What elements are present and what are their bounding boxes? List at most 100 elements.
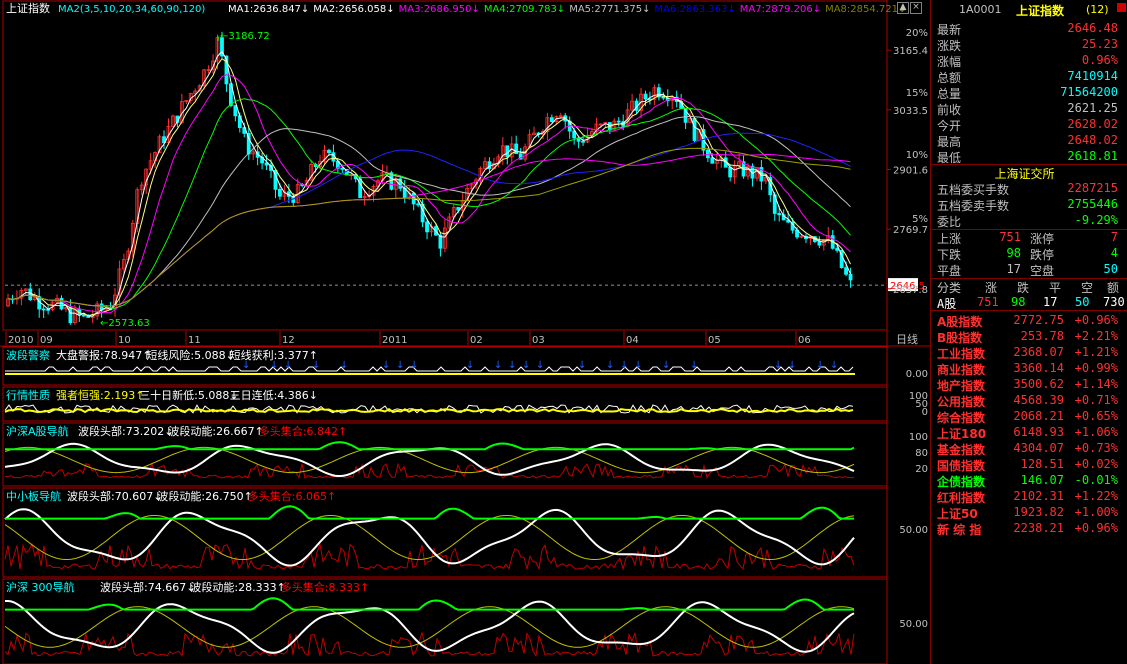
class-cell: 17 [1043, 295, 1058, 309]
candle-body [233, 105, 238, 117]
candle-body [425, 221, 429, 233]
panel-indicator-value: 波段头部:74.667↓ [100, 580, 195, 594]
quote-row: 今开 2628.02 [935, 117, 1118, 133]
index-row[interactable]: B股指数 253.78 +2.21% [935, 329, 1118, 345]
candle-body [710, 157, 715, 164]
alert-arrow-icon: ↓ [606, 360, 614, 371]
panel-axis-label: 0.00 [906, 369, 928, 380]
time-axis-label: 02 [470, 335, 483, 346]
alert-arrow-icon: ↓ [284, 360, 292, 371]
candle-body [28, 288, 33, 300]
moving-average-line [7, 50, 851, 317]
alert-arrow-icon: ↓ [340, 360, 348, 371]
alert-arrow-icon: ↓ [382, 360, 390, 371]
depth-value: 2755446 [1067, 197, 1118, 211]
bull-set-line [4, 631, 855, 658]
index-row[interactable]: 上证180 6148.93 +1.06% [935, 425, 1118, 441]
index-row[interactable]: 综合指数 2068.21 +0.65% [935, 409, 1118, 425]
index-row[interactable]: 地产指数 3500.62 +1.14% [935, 377, 1118, 393]
index-row[interactable]: 新 综 指 2238.21 +0.96% [935, 521, 1118, 537]
index-row[interactable]: 基金指数 4304.07 +0.73% [935, 441, 1118, 457]
index-row[interactable]: 红利指数 2102.31 +1.22% [935, 489, 1118, 505]
index-row[interactable]: 商业指数 3360.14 +0.99% [935, 361, 1118, 377]
index-price: 2068.21 [1013, 409, 1064, 423]
depth-label: 委比 [937, 215, 962, 229]
depth-value: 2287215 [1067, 181, 1118, 195]
panel-axis-label: 50.00 [899, 525, 928, 536]
chart-close-button[interactable]: × [910, 2, 922, 14]
candle-body [340, 167, 345, 170]
alert-arrow-icon: ↓ [774, 360, 782, 371]
index-change: -0.01% [1074, 473, 1118, 487]
panel-indicator-value: 短线风险:5.088↓ [146, 348, 234, 362]
candle-body [581, 140, 585, 143]
index-row[interactable]: 公用指数 4568.39 +0.71% [935, 393, 1118, 409]
index-row[interactable]: 企债指数 146.07 -0.01% [935, 473, 1118, 489]
alert-arrow-icon: ↓ [662, 360, 670, 371]
index-change: +0.02% [1074, 457, 1118, 471]
depth-row: 委比 -9.29% [935, 213, 1118, 229]
quote-value: 2621.25 [1067, 101, 1118, 115]
alert-arrow-icon: ↓ [830, 360, 838, 371]
time-axis-label: 09 [40, 335, 53, 346]
breadth-value: 98 [1006, 246, 1021, 260]
ma-params: MA2(3,5,10,20,34,60,90,120) [58, 4, 205, 15]
panel-indicator-value: 三日连低:4.386↓ [230, 389, 318, 402]
scroll-marker-icon[interactable] [1117, 3, 1126, 12]
index-name: 国债指数 [937, 459, 986, 473]
quote-panel: 1A0001 上证指数 (12) 最新 2646.48 涨跌 25.23 涨幅 0.96%… [930, 0, 1127, 664]
alert-arrow-icon: ↓ [410, 360, 418, 371]
ma-legend: MA6:2863.363↓ [654, 4, 735, 15]
quote-value: 71564200 [1060, 85, 1118, 99]
quote-header: 1A0001 上证指数 (12) [931, 2, 1118, 18]
index-row[interactable]: 工业指数 2368.07 +1.21% [935, 345, 1118, 361]
index-price: 3360.14 [1013, 361, 1064, 375]
panel-axis-label: 50.00 [899, 619, 928, 630]
alert-arrow-icon: ↓ [620, 360, 628, 371]
panel-indicator-value: 大盘警报:78.947↑ [56, 348, 151, 362]
quote-row: 涨跌 25.23 [935, 37, 1118, 53]
chart-area[interactable]: 2646.5←3186.72←2573.63上证指数 MA2(3,5,10,20,… [0, 0, 930, 664]
panel-indicator-value: 波段头部:73.202↓ [78, 424, 173, 438]
percent-axis-label: 5% [912, 214, 928, 225]
panel-indicator-value: 多头集合:6.065↑ [248, 489, 336, 503]
alert-arrow-icon: ↓ [536, 360, 544, 371]
time-axis-label: 06 [798, 335, 811, 346]
candle-body [278, 188, 282, 197]
panel-title: 行情性质 [6, 388, 50, 402]
alert-arrow-icon: ↓ [270, 360, 278, 371]
index-row[interactable]: 上证50 1923.82 +1.00% [935, 505, 1118, 521]
price-axis-label: 2769.7 [893, 225, 928, 236]
index-price: 3500.62 [1013, 377, 1064, 391]
breadth-value: 17 [1006, 262, 1021, 276]
quote-label: 总额 [937, 71, 962, 85]
price-axis-label: 2901.6 [893, 165, 928, 176]
alert-arrow-icon: ↓ [788, 360, 796, 371]
index-name: 企债指数 [937, 475, 986, 489]
candle-body [692, 117, 697, 141]
candle-body [416, 203, 421, 206]
time-axis-label: 2010 [8, 335, 33, 346]
class-header-cell: 额 [1107, 281, 1120, 295]
index-price: 128.51 [1020, 457, 1064, 471]
index-row[interactable]: A股指数 2772.75 +0.96% [935, 313, 1118, 329]
candle-body [705, 149, 710, 159]
quote-row: 最新 2646.48 [935, 21, 1118, 37]
chart-up-button[interactable]: ▲ [897, 2, 909, 14]
index-price: 4304.07 [1013, 441, 1064, 455]
index-change: +2.21% [1074, 329, 1118, 343]
index-price: 1923.82 [1013, 505, 1064, 519]
candle-body [505, 145, 510, 158]
candle-body [777, 213, 782, 216]
panel-indicator-value: 波段动能:26.667↑ [168, 424, 263, 438]
quote-value: 2646.48 [1067, 21, 1118, 35]
quote-label: 最高 [937, 135, 962, 149]
breadth-label: 空盘 [1030, 264, 1055, 278]
class-header: 分类 涨 跌 平 空额 [935, 279, 1120, 295]
alert-arrow-icon: ↓ [396, 360, 404, 371]
index-change: +0.71% [1074, 393, 1118, 407]
class-row[interactable]: A股 751 98 17 50 730 [935, 295, 1125, 311]
index-change: +0.73% [1074, 441, 1118, 455]
index-row[interactable]: 国债指数 128.51 +0.02% [935, 457, 1118, 473]
candle-body [41, 308, 46, 311]
